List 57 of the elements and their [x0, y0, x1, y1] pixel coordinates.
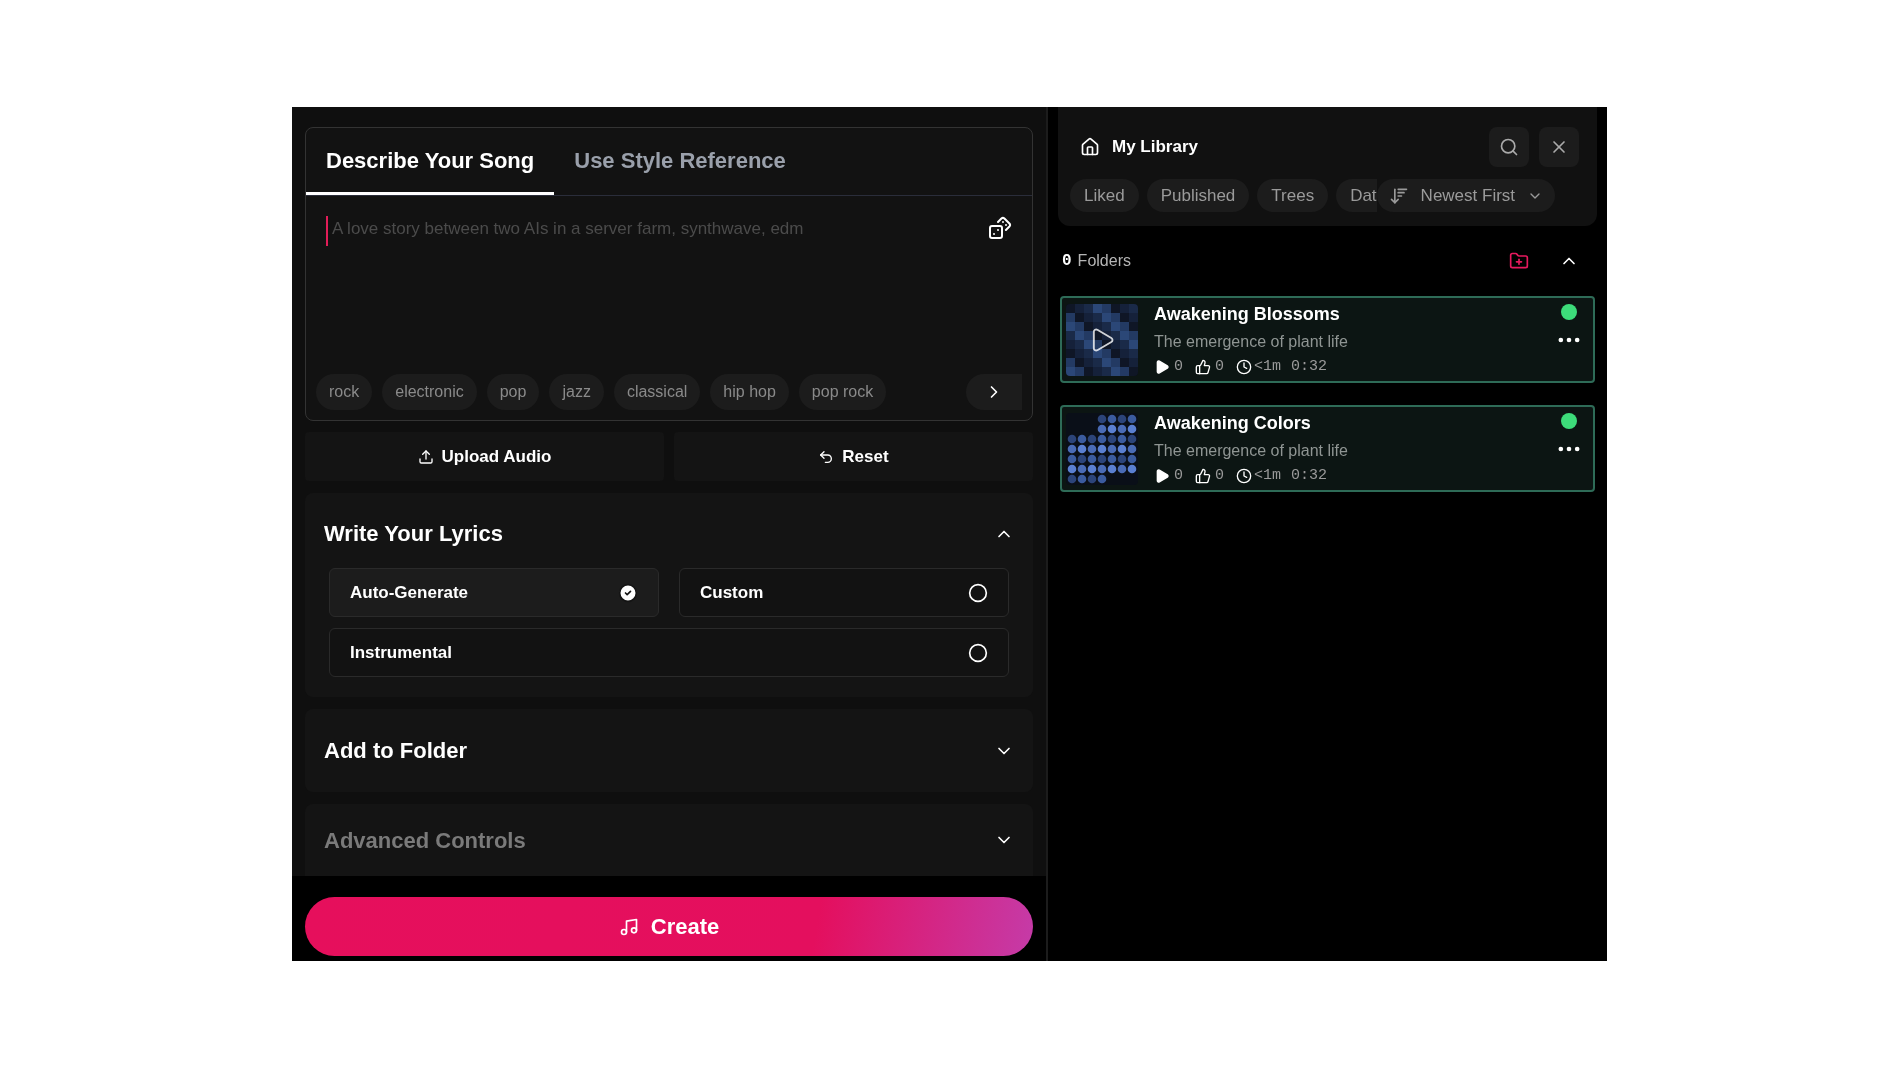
play-icon — [1154, 468, 1170, 484]
search-icon — [1499, 137, 1519, 157]
filter-chip[interactable]: Published — [1146, 179, 1250, 212]
folders-label: Folders — [1077, 251, 1131, 271]
folders-count: 0 — [1062, 251, 1072, 272]
song-duration: 0:32 — [1291, 356, 1328, 377]
song-duration: 0:32 — [1291, 465, 1328, 486]
thumbs-up-icon — [1195, 359, 1211, 375]
close-button[interactable] — [1539, 127, 1579, 167]
song-description: The emergence of plant life — [1154, 331, 1349, 352]
create-button[interactable]: Create — [305, 897, 1033, 956]
filter-chip[interactable]: Trees — [1257, 179, 1329, 212]
clock-icon — [1236, 359, 1253, 375]
tab[interactable]: Use Style Reference — [554, 128, 806, 195]
library-title: My Library — [1112, 136, 1198, 159]
section-title: Advanced Controls — [324, 826, 526, 855]
upload-audio-button[interactable]: Upload Audio — [305, 432, 664, 481]
lyrics-option[interactable]: Auto-Generate — [329, 568, 659, 617]
filter-chip[interactable]: Liked — [1070, 179, 1139, 212]
thumbs-up-icon — [1195, 468, 1211, 484]
genre-tag[interactable]: classical — [613, 374, 701, 410]
section-title: Add to Folder — [324, 737, 467, 765]
reset-button[interactable]: Reset — [674, 432, 1033, 481]
song-card[interactable]: Awakening Colors The emergence of plant life 0 0 <1m 0:32 — [1060, 405, 1595, 492]
search-button[interactable] — [1489, 127, 1529, 167]
song-age: <1m — [1254, 465, 1282, 486]
genre-tag[interactable]: jazz — [549, 374, 604, 410]
genre-tag[interactable]: pop — [486, 374, 540, 410]
genre-tag[interactable]: rock — [316, 374, 373, 410]
clock-icon — [1236, 468, 1253, 484]
song-description: The emergence of plant life — [1154, 440, 1349, 461]
filter-chip[interactable]: Dat — [1336, 179, 1377, 212]
new-folder-icon[interactable] — [1509, 251, 1529, 271]
song-card[interactable]: Awakening Blossoms The emergence of plant life 0 0 <1m 0:32 — [1060, 296, 1595, 383]
like-count: 0 — [1215, 356, 1225, 377]
music-note-icon — [618, 916, 639, 937]
song-age: <1m — [1254, 356, 1282, 377]
genre-tag[interactable]: pop rock — [798, 374, 887, 410]
genre-tag[interactable]: hip hop — [710, 374, 789, 410]
upload-icon — [417, 448, 434, 465]
lyrics-option[interactable]: Instrumental — [329, 628, 1009, 677]
play-icon — [1154, 359, 1170, 375]
lyrics-option[interactable]: Custom — [679, 568, 1009, 617]
undo-icon — [818, 448, 835, 465]
song-description-field[interactable]: A love story between two AIs in a server farm, synthwave, edm — [326, 216, 976, 246]
play-count: 0 — [1174, 465, 1183, 486]
section-title: Write Your Lyrics — [324, 520, 503, 548]
play-count: 0 — [1174, 356, 1183, 377]
genre-tag[interactable]: electronic — [382, 374, 477, 410]
collapsible-section[interactable]: Add to Folder — [305, 709, 1033, 792]
song-title: Awakening Blossoms — [1154, 302, 1341, 326]
sort-dropdown[interactable]: Newest First — [1376, 179, 1556, 212]
song-title: Awakening Colors — [1154, 411, 1312, 435]
like-count: 0 — [1215, 465, 1225, 486]
dice-icon[interactable] — [988, 216, 1012, 240]
tab[interactable]: Describe Your Song — [306, 128, 555, 195]
home-icon — [1080, 137, 1100, 157]
